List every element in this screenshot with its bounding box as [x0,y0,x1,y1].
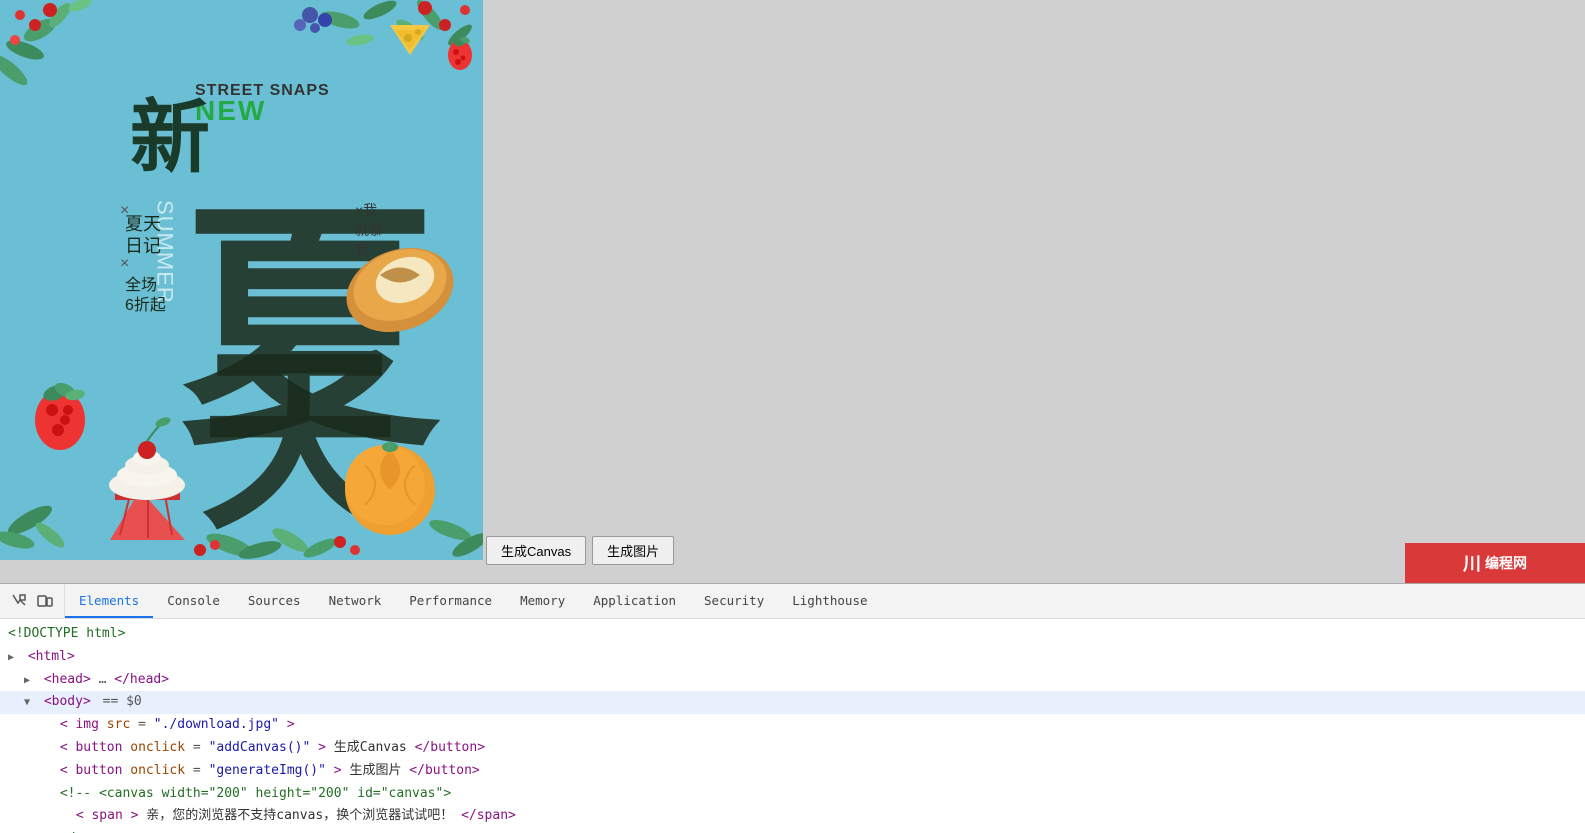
html-line-html[interactable]: ▶ <html> [0,646,1585,669]
svg-text:STREET SNAPS: STREET SNAPS [195,82,330,99]
svg-text:×我: ×我 [355,202,377,218]
devtools-panel: Elements Console Sources Network Perform… [0,583,1585,833]
tab-security[interactable]: Security [690,584,778,618]
svg-text:日记: 日记 [125,236,161,256]
webpage-buttons-container: 生成Canvas 生成图片 [486,536,674,565]
html-line-img[interactable]: < img src = "./download.jpg" > [0,714,1585,737]
devtools-icon-group [0,584,65,618]
svg-text:×: × [120,202,129,219]
tab-network[interactable]: Network [315,584,396,618]
svg-text:就慕: 就慕 [355,222,383,238]
tab-lighthouse[interactable]: Lighthouse [778,584,881,618]
svg-text:全场: 全场 [125,276,157,294]
generate-canvas-button[interactable]: 生成Canvas [486,536,586,565]
tab-elements[interactable]: Elements [65,584,153,618]
tab-sources[interactable]: Sources [234,584,315,618]
generate-image-button[interactable]: 生成图片 [592,536,674,565]
html-line-span[interactable]: < span > 亲，您的浏览器不支持canvas，换个浏览器试试吧！ </sp… [0,805,1585,828]
html-line-button2[interactable]: < button onclick = "generateImg()" > 生成图… [0,760,1585,783]
inspect-element-icon[interactable] [8,590,30,612]
expand-arrow-body[interactable]: ▼ [24,695,36,711]
html-line-body[interactable]: ▼ <body> == $0 [0,691,1585,714]
devtools-toolbar: Elements Console Sources Network Perform… [0,584,1585,619]
poster-image: NEW STREET SNAPS 新 夏 SUMMER 夏天 日记 × × 全场… [0,0,483,560]
svg-text:新: 新 [130,95,210,183]
svg-text:夏天: 夏天 [125,214,161,234]
html-line-head[interactable]: ▶ <head> … </head> [0,669,1585,692]
tab-memory[interactable]: Memory [506,584,579,618]
svg-text:6折起: 6折起 [125,296,166,314]
site-logo: 川 编程网 [1405,543,1585,583]
devtools-tabs: Elements Console Sources Network Perform… [65,584,1585,618]
svg-text:我: 我 [355,242,369,258]
svg-text:×: × [120,255,129,272]
tab-performance[interactable]: Performance [395,584,506,618]
tab-application[interactable]: Application [579,584,690,618]
webpage-area: NEW STREET SNAPS 新 夏 SUMMER 夏天 日记 × × 全场… [0,0,1585,583]
tab-console[interactable]: Console [153,584,234,618]
logo-icon: 川 [1463,550,1481,576]
device-toolbar-icon[interactable] [34,590,56,612]
html-line-comment-canvas-open[interactable]: <!-- <canvas width="200" height="200" id… [0,783,1585,806]
logo-text: 编程网 [1485,553,1527,573]
html-line-comment-canvas-close[interactable]: </canvas> --> [0,828,1585,833]
expand-arrow[interactable]: ▶ [8,650,20,666]
expand-arrow-head[interactable]: ▶ [24,673,36,689]
html-line-button1[interactable]: < button onclick = "addCanvas()" > 生成Can… [0,737,1585,760]
devtools-content[interactable]: <!DOCTYPE html> ▶ <html> ▶ <head> … </he… [0,619,1585,833]
html-line-doctype: <!DOCTYPE html> [0,623,1585,646]
main-container: NEW STREET SNAPS 新 夏 SUMMER 夏天 日记 × × 全场… [0,0,1585,833]
